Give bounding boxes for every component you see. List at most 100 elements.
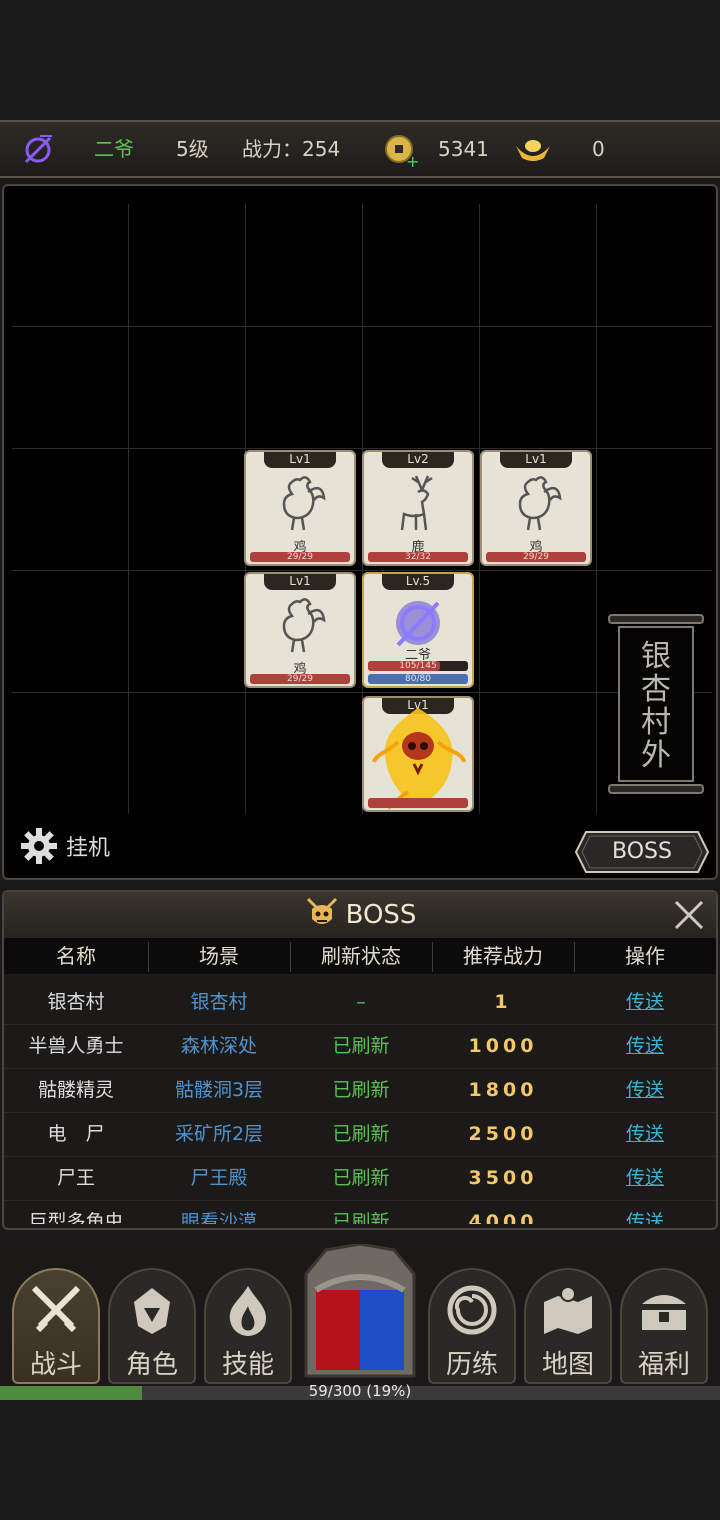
close-icon[interactable] <box>672 898 706 932</box>
player-card-level: Lv.5 <box>382 574 454 590</box>
card-hp-bar <box>368 798 468 808</box>
boss-panel: BOSS 名称 场景 刷新状态 推荐战力 操作 银杏村 银杏村 – 1 传送 半… <box>2 890 718 1230</box>
player-hp-bar: 105/145 <box>368 661 468 671</box>
boss-name: 巨型多角虫 <box>28 1211 124 1224</box>
tab-label: 地图 <box>541 1350 594 1380</box>
gold-ingot-icon <box>516 140 550 161</box>
table-row: 巨型多角虫 眼看沙漠 已刷新 4000 传送 <box>4 1200 716 1224</box>
boss-power: 1800 <box>468 1079 538 1101</box>
bottom-blank-area <box>0 1400 720 1520</box>
monster-card-rooster[interactable]: Lv1 鸡 29/29 <box>244 572 356 688</box>
player-name: 二爷 <box>94 137 134 161</box>
area-name-char: 杏 <box>641 672 671 707</box>
monster-card-flaming-skull[interactable]: Lv1 <box>362 696 474 812</box>
monster-card-rooster[interactable]: Lv1 鸡 29/29 <box>244 450 356 566</box>
area-name-char: 村 <box>641 705 671 740</box>
teleport-link[interactable]: 传送 <box>574 1068 716 1112</box>
vortex-icon <box>447 1285 497 1335</box>
player-status-bar: 二爷 5级 战力：254 + 5341 0 <box>0 120 720 178</box>
rooster-icon <box>518 476 562 531</box>
map-icon <box>544 1286 592 1334</box>
table-row: 骷髅精灵 骷髅洞3层 已刷新 1800 传送 <box>4 1068 716 1113</box>
boss-status: 已刷新 <box>332 1167 390 1189</box>
teleport-link[interactable]: 传送 <box>574 1112 716 1156</box>
tab-label: 战斗 <box>29 1350 82 1380</box>
teleport-link[interactable]: 传送 <box>574 980 716 1024</box>
col-header-status: 刷新状态 <box>321 944 401 968</box>
battle-map: Lv1 鸡 29/29 Lv2 鹿 32/32 Lv1 鸡 29/29 Lv1 <box>2 184 718 880</box>
player-mp-bar: 80/80 <box>368 674 468 684</box>
card-hp-bar: 32/32 <box>368 552 468 562</box>
card-level: Lv1 <box>264 574 336 590</box>
boss-status: – <box>356 991 366 1013</box>
tab-battle[interactable]: 战斗 <box>12 1268 100 1384</box>
crossed-swords-icon <box>31 1285 81 1333</box>
tab-welfare[interactable]: 福利 <box>620 1268 708 1384</box>
monster-card-deer[interactable]: Lv2 鹿 32/32 <box>362 450 474 566</box>
boss-table-body: 银杏村 银杏村 – 1 传送 半兽人勇士 森林深处 已刷新 1000 传送 骷髅… <box>4 980 716 1224</box>
boss-scene: 骷髅洞3层 <box>174 1079 264 1101</box>
boss-status: 已刷新 <box>332 1211 390 1224</box>
boss-status: 已刷新 <box>332 1035 390 1057</box>
boss-button[interactable]: BOSS <box>574 830 710 874</box>
boss-status: 已刷新 <box>332 1079 390 1101</box>
boss-button-label: BOSS <box>612 839 672 864</box>
player-power: 战力：254 <box>242 137 341 161</box>
tab-label: 福利 <box>637 1350 690 1380</box>
gear-icon <box>21 828 57 864</box>
tab-label: 历练 <box>445 1350 498 1380</box>
card-level: Lv1 <box>264 452 336 468</box>
teleport-link[interactable]: 传送 <box>574 1156 716 1200</box>
boss-power: 2500 <box>468 1123 538 1145</box>
boss-name: 骷髅精灵 <box>37 1079 114 1101</box>
monster-card-rooster[interactable]: Lv1 鸡 29/29 <box>480 450 592 566</box>
treasure-chest-icon <box>642 1295 686 1330</box>
card-hp-bar: 29/29 <box>250 552 350 562</box>
tab-label: 角色 <box>125 1350 178 1380</box>
player-card[interactable]: Lv.5 二爷 105/145 80/80 <box>362 572 474 688</box>
auto-battle-button[interactable]: 挂机 <box>20 826 110 866</box>
col-header-action: 操作 <box>625 944 665 968</box>
card-level: Lv1 <box>500 452 572 468</box>
flaming-skull-icon <box>372 708 466 810</box>
tab-skills[interactable]: 技能 <box>204 1268 292 1384</box>
table-row: 银杏村 银杏村 – 1 传送 <box>4 980 716 1025</box>
auto-battle-label: 挂机 <box>66 836 111 861</box>
boss-status: 已刷新 <box>332 1123 390 1145</box>
area-name-char: 外 <box>641 738 671 773</box>
col-header-power: 推荐战力 <box>463 944 543 968</box>
card-hp-bar: 29/29 <box>486 552 586 562</box>
flame-icon <box>229 1286 266 1336</box>
boss-power: 1000 <box>468 1035 538 1057</box>
boss-power: 1 <box>494 991 512 1013</box>
table-row: 电 尸 采矿所2层 已刷新 2500 传送 <box>4 1112 716 1157</box>
boss-scene: 森林深处 <box>180 1035 257 1057</box>
bottom-nav: 战斗 角色 技能 历练 地图 福利 <box>0 1240 720 1388</box>
tab-map[interactable]: 地图 <box>524 1268 612 1384</box>
demon-skull-icon <box>306 897 337 924</box>
experience-text: 59/300 (19%) <box>308 1382 412 1400</box>
svg-text:+: + <box>406 152 418 168</box>
boss-scene: 采矿所2层 <box>174 1123 264 1145</box>
table-row: 半兽人勇士 森林深处 已刷新 1000 传送 <box>4 1024 716 1069</box>
tab-label: 技能 <box>221 1350 274 1380</box>
experience-bar: 59/300 (19%) <box>0 1382 720 1400</box>
boss-scene: 银杏村 <box>190 991 248 1013</box>
boss-name: 电 尸 <box>47 1123 105 1145</box>
table-row: 尸王 尸王殿 已刷新 3500 传送 <box>4 1156 716 1201</box>
boss-power: 3500 <box>468 1167 538 1189</box>
boss-table-header: 名称 场景 刷新状态 推荐战力 操作 <box>4 938 716 974</box>
boss-name: 尸王 <box>56 1167 95 1189</box>
copper-coin-icon: + <box>385 135 418 168</box>
teleport-link[interactable]: 传送 <box>574 1024 716 1068</box>
rooster-icon <box>282 598 326 653</box>
tab-training[interactable]: 历练 <box>428 1268 516 1384</box>
helmet-icon <box>134 1288 170 1334</box>
teleport-link[interactable]: 传送 <box>574 1200 716 1224</box>
class-emblem-icon <box>24 135 52 164</box>
rooster-icon <box>282 476 326 531</box>
tab-character[interactable]: 角色 <box>108 1268 196 1384</box>
coin-count: 5341 <box>438 137 489 161</box>
area-name-scroll: 银 杏 村 外 <box>608 614 704 794</box>
deer-icon <box>400 475 433 531</box>
